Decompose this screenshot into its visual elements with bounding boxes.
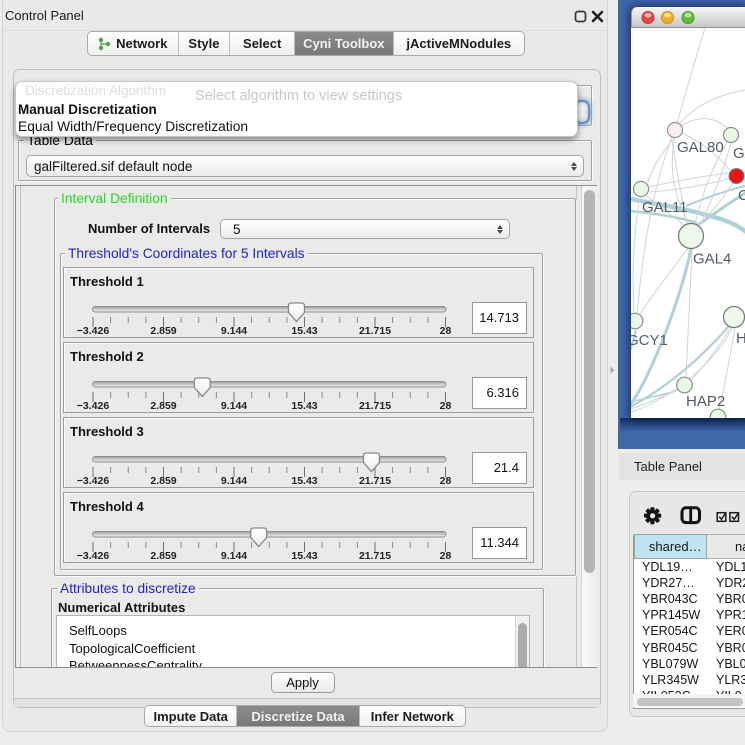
svg-text:GCY1: GCY1 [631, 332, 668, 349]
svg-text:GAL4: GAL4 [693, 251, 731, 268]
svg-text:GAL80: GAL80 [677, 139, 724, 156]
svg-text:CDC1: CDC1 [738, 187, 745, 204]
svg-text:GAL11: GAL11 [642, 199, 688, 216]
svg-text:HIS4: HIS4 [736, 330, 745, 347]
svg-text:GAL2: GAL2 [733, 145, 745, 162]
svg-text:HAP2: HAP2 [686, 393, 725, 410]
